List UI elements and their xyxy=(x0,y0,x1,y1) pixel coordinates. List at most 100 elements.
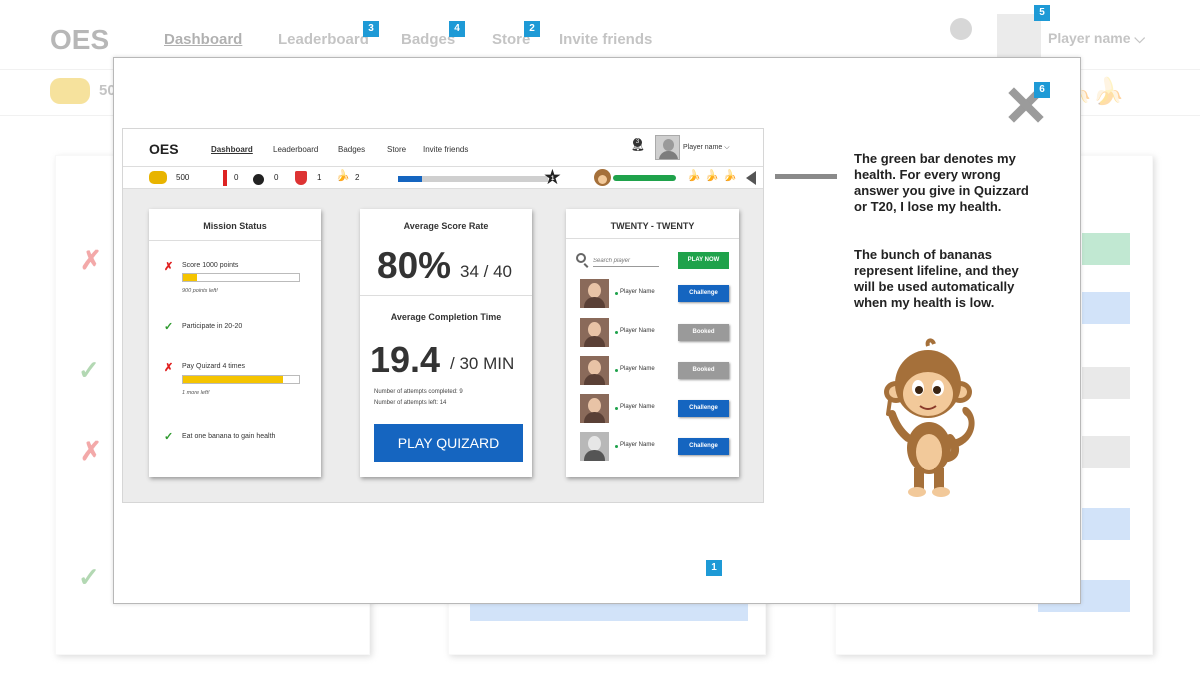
player-photo xyxy=(580,279,609,308)
online-dot-icon xyxy=(615,445,618,448)
fail-icon: ✗ xyxy=(164,261,174,273)
play-now-button[interactable]: PLAY NOW xyxy=(678,252,729,269)
divider xyxy=(360,295,532,296)
banana-lifeline-icon: 🍌 xyxy=(723,170,737,182)
collapse-arrow-icon[interactable] xyxy=(746,171,756,185)
player-row: Player Name Challenge xyxy=(580,279,731,309)
online-dot-icon xyxy=(615,407,618,410)
bg-nav-badges[interactable]: Badges xyxy=(401,31,455,48)
preview-nav-store[interactable]: Store xyxy=(387,145,406,154)
booked-button[interactable]: Booked xyxy=(678,362,729,379)
mission-status-title: Mission Status xyxy=(203,221,267,231)
bomb-icon xyxy=(253,174,264,185)
preview-nav-leaderboard[interactable]: Leaderboard xyxy=(273,145,318,154)
preview-nav-dashboard[interactable]: Dashboard xyxy=(211,145,253,154)
bg-nav-leaderboard[interactable]: Leaderboard xyxy=(278,31,369,48)
bg-player-name[interactable]: Player name ⌵ xyxy=(1048,30,1145,47)
banana-lifeline-icon: 🍌 xyxy=(687,170,701,182)
preview-avatar[interactable] xyxy=(655,135,680,160)
badge-leaderboard: 3 xyxy=(363,21,379,37)
bg-fail-icon: ✗ xyxy=(80,245,102,275)
bg-booked-button[interactable] xyxy=(1082,367,1130,399)
twenty-title: TWENTY - TWENTY xyxy=(610,221,695,231)
dynamite-icon xyxy=(223,170,227,186)
completion-title: Average Completion Time xyxy=(390,312,502,322)
player-row: Player Name Challenge xyxy=(580,432,731,462)
completion-total: / 30 MIN xyxy=(450,354,515,373)
twenty-twenty-card: TWENTY - TWENTY PLAY NOW Player Name Cha… xyxy=(566,209,739,477)
monkey-icon xyxy=(594,169,611,186)
challenge-button[interactable]: Challenge xyxy=(678,285,729,302)
bg-check-icon: ✓ xyxy=(78,562,100,592)
bg-booked-button[interactable] xyxy=(1082,436,1130,468)
bg-nav-invite[interactable]: Invite friends xyxy=(559,31,652,48)
mission-item: Eat one banana to gain health xyxy=(182,433,276,440)
player-name: Player Name xyxy=(620,366,655,372)
mission-progress-fill xyxy=(183,274,197,281)
attempts-completed: Number of attempts completed: 9 xyxy=(374,389,463,395)
mission-item: Pay Quizard 4 times xyxy=(182,363,246,370)
attempts-left: Number of attempts left: 14 xyxy=(374,400,447,406)
coins-value: 500 xyxy=(176,173,190,182)
level-progress-fill xyxy=(398,176,422,182)
banana-value: 2 xyxy=(355,173,360,182)
completion-time: 19.4 xyxy=(370,339,441,380)
banana-lifeline-icon: 🍌 xyxy=(705,170,719,182)
bg-coins-icon xyxy=(50,78,90,104)
score-percent: 80% xyxy=(377,245,452,286)
banana-icon: 🍌 xyxy=(336,170,350,182)
preview-logo: OES xyxy=(149,141,179,157)
preview-nav-invite[interactable]: Invite friends xyxy=(423,145,468,154)
play-quizard-button[interactable]: PLAY QUIZARD xyxy=(374,424,523,462)
health-explanation: The green bar denotes my health. For eve… xyxy=(854,151,1029,214)
badge-bottom: 1 xyxy=(706,560,722,576)
challenge-button[interactable]: Challenge xyxy=(678,400,729,417)
player-row: Player Name Challenge xyxy=(580,394,731,424)
bg-fail-icon: ✗ xyxy=(80,436,102,466)
level-number: 1 xyxy=(551,176,555,182)
player-name: Player Name xyxy=(620,328,655,334)
monkey-mascot-icon xyxy=(884,338,975,497)
player-photo xyxy=(580,356,609,385)
search-icon[interactable] xyxy=(576,253,586,263)
online-dot-icon xyxy=(615,369,618,372)
bg-bell-icon[interactable] xyxy=(950,18,972,40)
preview-player-menu[interactable]: Player name ⌵ xyxy=(683,144,730,152)
help-modal: 6 OES Dashboard Leaderboard Badges Store… xyxy=(113,57,1081,604)
booked-button[interactable]: Booked xyxy=(678,324,729,341)
preview-notification-count: 3 xyxy=(633,138,642,147)
banana-explanation: The bunch of bananas represent lifeline,… xyxy=(854,247,1019,310)
score-card: Average Score Rate 80% 34 / 40 Average C… xyxy=(360,209,532,477)
divider xyxy=(566,238,739,239)
player-row: Player Name Booked xyxy=(580,318,731,348)
level-progress-bar xyxy=(398,176,548,182)
mission-progress xyxy=(182,273,300,282)
shield-icon xyxy=(295,171,307,185)
check-icon: ✓ xyxy=(164,431,174,443)
bg-playnow-button[interactable] xyxy=(1082,233,1130,265)
bg-check-icon: ✓ xyxy=(78,355,100,385)
badge-close: 6 xyxy=(1034,82,1050,98)
mission-item: Participate in 20-20 xyxy=(182,323,243,330)
divider xyxy=(149,240,321,241)
preview-nav-badges[interactable]: Badges xyxy=(338,145,365,154)
coins-icon xyxy=(149,171,167,184)
player-name: Player Name xyxy=(620,404,655,410)
bg-challenge-button[interactable] xyxy=(1082,292,1130,324)
bg-logo: OES xyxy=(50,24,110,55)
bg-challenge-button[interactable] xyxy=(1082,508,1130,540)
bg-player-name-text: Player name xyxy=(1048,30,1131,46)
badge-badges: 4 xyxy=(449,21,465,37)
bomb-value: 0 xyxy=(274,173,279,182)
score-fraction: 34 / 40 xyxy=(460,262,512,281)
fail-icon: ✗ xyxy=(164,362,174,374)
player-photo xyxy=(580,318,609,347)
dashboard-preview: OES Dashboard Leaderboard Badges Store I… xyxy=(122,128,764,503)
badge-player: 5 xyxy=(1034,5,1050,21)
bg-nav-dashboard[interactable]: Dashboard xyxy=(164,31,242,48)
challenge-button[interactable]: Challenge xyxy=(678,438,729,455)
dynamite-value: 0 xyxy=(234,173,239,182)
pointer-line xyxy=(775,174,837,179)
search-player-input[interactable] xyxy=(593,255,659,267)
player-row: Player Name Booked xyxy=(580,356,731,386)
